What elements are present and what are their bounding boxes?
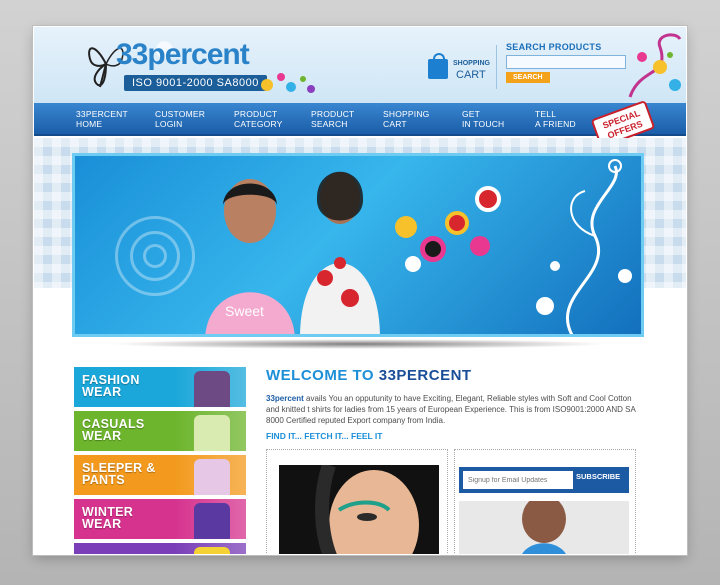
nav-line: PRODUCT [311, 109, 355, 119]
search-input[interactable] [506, 55, 626, 69]
white-swirl-icon [536, 159, 632, 334]
flower-decoration [445, 211, 469, 235]
shirt-thumbnail [174, 455, 246, 495]
nav-line: CUSTOMER [155, 109, 206, 119]
shopping-cart-link[interactable]: SHOPPING CART [428, 53, 492, 85]
category-line: WEAR [82, 429, 122, 443]
nav-line: 33PERCENT [76, 109, 128, 119]
shirt-thumbnail [174, 411, 246, 451]
model-photo-2 [300, 171, 380, 334]
tagline: FIND IT... FETCH IT... FEEL IT [266, 431, 383, 441]
nav-item-product-search[interactable]: PRODUCT SEARCH [311, 109, 354, 129]
nav-item-shopping-cart[interactable]: SHOPPING CART [383, 109, 429, 129]
svg-text:Sweet: Sweet [225, 303, 264, 319]
category-more[interactable] [74, 543, 246, 554]
hero-banner[interactable]: Sweet [72, 153, 644, 337]
nav-item-tell-a-friend[interactable]: TELL A FRIEND [535, 109, 576, 129]
newsletter-signup: SUBSCRIBE [459, 467, 629, 493]
category-line: WEAR [82, 385, 122, 399]
category-winter-wear[interactable]: WINTER WEAR [74, 499, 246, 539]
welcome-heading: WELCOME TO 33PERCENT [266, 367, 472, 384]
nav-line: TELL [535, 109, 557, 119]
nav-item-customer-login[interactable]: CUSTOMER LOGIN [155, 109, 205, 129]
subscribe-button[interactable]: SUBSCRIBE [576, 472, 620, 481]
search-label: SEARCH PRODUCTS [506, 42, 602, 52]
search-button[interactable]: SEARCH [506, 72, 550, 83]
brand-name: 33percent [116, 38, 250, 71]
intro-text: avails You an opputunity to have Excitin… [266, 394, 636, 425]
shirt-thumbnail [174, 367, 246, 407]
category-casuals-wear[interactable]: CASUALS WEAR [74, 411, 246, 451]
floral-swirl-icon [628, 33, 682, 98]
decorative-circles-icon [261, 73, 315, 93]
shirt-thumbnail [174, 543, 246, 554]
nav-line: A FRIEND [535, 119, 576, 129]
nav-line: CATEGORY [234, 119, 283, 129]
model-face-photo [279, 465, 439, 554]
category-sidebar: FASHION WEAR CASUALS WEAR SLEEPER & PANT… [74, 367, 246, 554]
category-label: FASHION WEAR [82, 374, 140, 399]
nav-item-product-category[interactable]: PRODUCT CATEGORY [234, 109, 283, 129]
site-header: 33percent ISO 9001-2000 SA8000 SHOPPING … [34, 27, 686, 103]
intro-brand: 33percent [266, 394, 304, 403]
model-photo-3 [459, 501, 629, 554]
flower-decoration [405, 256, 421, 272]
nav-line: HOME [76, 119, 103, 129]
nav-item-get-in-touch[interactable]: GET IN TOUCH [462, 109, 504, 129]
nav-line: GET [462, 109, 481, 119]
category-label: CASUALS WEAR [82, 418, 145, 443]
email-signup-input[interactable] [463, 471, 573, 489]
shirt-thumbnail [174, 499, 246, 539]
category-label: WINTER WEAR [82, 506, 133, 531]
nav-line: SEARCH [311, 119, 348, 129]
main-navigation: 33PERCENT HOME CUSTOMER LOGIN PRODUCT CA… [34, 103, 686, 136]
nav-line: PRODUCT [234, 109, 278, 119]
product-search: SEARCH PRODUCTS SEARCH [506, 42, 636, 83]
banner-shadow [108, 339, 608, 349]
flower-decoration [470, 236, 490, 256]
model-photo-1: Sweet [205, 179, 295, 334]
flower-decoration [475, 186, 501, 212]
nav-line: CART [383, 119, 407, 129]
category-label: SLEEPER & PANTS [82, 462, 156, 487]
intro-paragraph: 33percent avails You an opputunity to ha… [266, 393, 638, 426]
cart-label-big: CART [456, 69, 486, 81]
ring-decoration [143, 244, 167, 268]
welcome-brand: 33PERCENT [378, 367, 472, 384]
category-line: WEAR [82, 517, 122, 531]
certification-badge: ISO 9001-2000 SA8000 [124, 75, 267, 91]
nav-item-home[interactable]: 33PERCENT HOME [76, 109, 128, 129]
nav-line: IN TOUCH [462, 119, 505, 129]
category-line: PANTS [82, 473, 125, 487]
header-divider [496, 45, 497, 89]
nav-line: LOGIN [155, 119, 183, 129]
flower-decoration [420, 236, 446, 262]
welcome-text: WELCOME TO [266, 367, 379, 384]
page-frame: 33percent ISO 9001-2000 SA8000 SHOPPING … [34, 27, 686, 554]
shopping-bag-icon [428, 53, 448, 79]
category-sleeper-pants[interactable]: SLEEPER & PANTS [74, 455, 246, 495]
cart-label-small: SHOPPING [453, 60, 490, 67]
flower-decoration [395, 216, 417, 238]
nav-line: SHOPPING [383, 109, 430, 119]
category-fashion-wear[interactable]: FASHION WEAR [74, 367, 246, 407]
